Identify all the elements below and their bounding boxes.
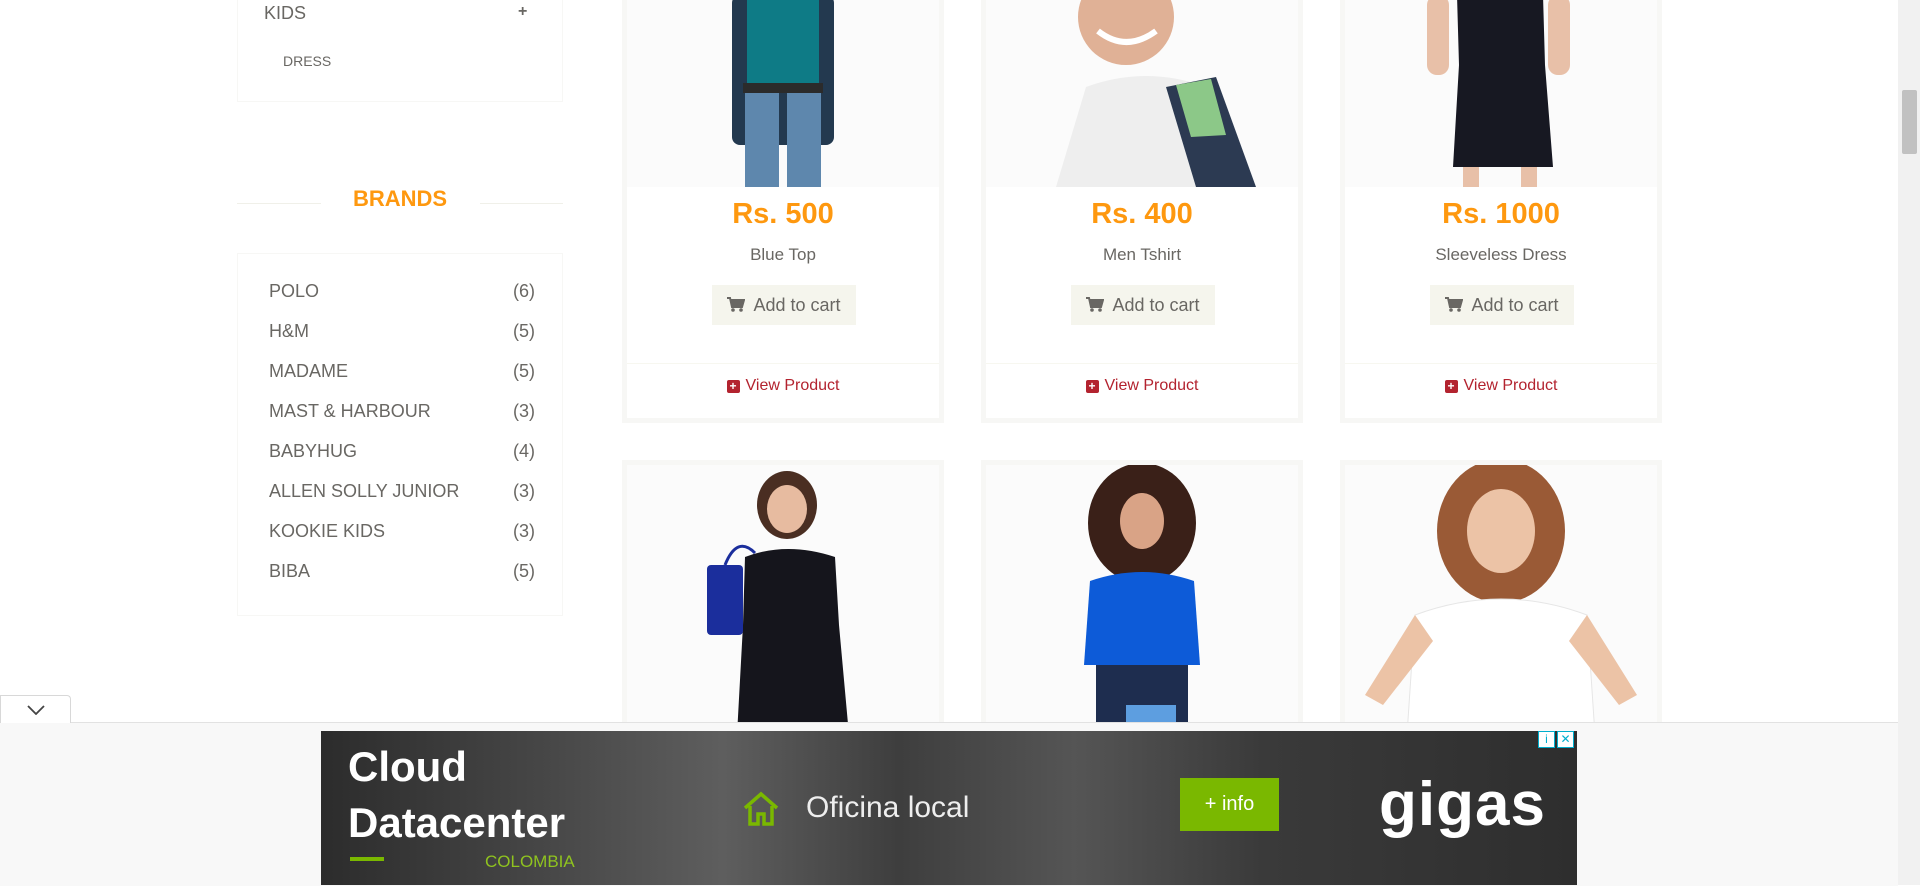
ad-logo: gigas [1379, 770, 1546, 839]
ad-accent-bar [350, 857, 384, 861]
product-card: Rs. 400 Men Tshirt Add to cart + View Pr… [981, 0, 1303, 423]
home-icon [743, 791, 779, 826]
brand-name: BABYHUG [269, 441, 358, 461]
scrollbar-thumb[interactable] [1902, 90, 1917, 154]
brands-heading: BRANDS [352, 186, 448, 211]
product-price: Rs. 500 [732, 198, 834, 230]
card-divider [1345, 363, 1657, 364]
brand-count: (3) [513, 401, 535, 421]
product-price: Rs. 400 [1091, 198, 1193, 230]
plus-square-icon: + [726, 379, 740, 393]
view-product-label: View Product [1463, 377, 1558, 394]
shopping-cart-icon [727, 297, 746, 312]
brand-count: (6) [513, 281, 535, 301]
category-kids[interactable]: KIDS [264, 3, 306, 24]
product-image [986, 465, 1298, 735]
shopping-cart-icon [1086, 297, 1105, 312]
brand-name: MAST & HARBOUR [269, 401, 431, 421]
ad-headline-line2: Datacenter [348, 799, 566, 846]
product-name: Blue Top [750, 245, 816, 264]
brand-item[interactable]: BABYHUG (4) [269, 441, 535, 465]
brand-item[interactable]: POLO (6) [269, 281, 535, 305]
brand-count: (4) [513, 441, 535, 461]
card-divider [986, 363, 1298, 364]
product-image [627, 0, 939, 187]
plus-square-icon: + [1444, 379, 1458, 393]
brand-count: (5) [513, 361, 535, 381]
product-card [622, 460, 944, 740]
brand-name: KOOKIE KIDS [269, 521, 386, 541]
ad-country: COLOMBIA [485, 852, 575, 871]
product-name: Men Tshirt [1102, 245, 1182, 264]
ad-info-button[interactable]: + info [1180, 778, 1279, 831]
product-card [1340, 460, 1662, 740]
chevron-down-icon [26, 704, 45, 715]
brand-item[interactable]: ALLEN SOLLY JUNIOR (3) [269, 481, 535, 505]
add-to-cart-label: Add to cart [1471, 294, 1559, 315]
ad-banner[interactable]: Cloud Datacenter COLOMBIA Oficina local … [321, 731, 1577, 885]
expand-plus-icon[interactable]: + [518, 3, 527, 21]
ad-close-icon[interactable]: ✕ [1557, 731, 1574, 748]
add-to-cart-label: Add to cart [753, 294, 841, 315]
brand-name: MADAME [269, 361, 349, 381]
add-to-cart-button[interactable]: Add to cart [1430, 285, 1574, 325]
product-price: Rs. 1000 [1442, 198, 1560, 230]
ad-office-text: Oficina local [806, 791, 970, 824]
brands-divider-right [480, 203, 563, 204]
view-product-link[interactable]: + View Product [627, 377, 939, 395]
ad-headline: Cloud Datacenter [348, 739, 565, 851]
brand-count: (3) [513, 481, 535, 501]
view-product-link[interactable]: + View Product [986, 377, 1298, 395]
brand-name: H&M [269, 321, 309, 341]
product-card: Rs. 1000 Sleeveless Dress Add to cart + … [1340, 0, 1662, 423]
brand-item[interactable]: BIBA (5) [269, 561, 535, 585]
product-card [981, 460, 1303, 740]
ad-info-icon[interactable]: i [1538, 731, 1555, 748]
add-to-cart-button[interactable]: Add to cart [1071, 285, 1215, 325]
view-product-label: View Product [1104, 377, 1199, 394]
category-sub-dress[interactable]: DRESS [283, 53, 331, 69]
ad-collapse-toggle[interactable] [0, 695, 71, 723]
view-product-label: View Product [745, 377, 840, 394]
card-divider [627, 363, 939, 364]
brand-item[interactable]: MADAME (5) [269, 361, 535, 385]
add-to-cart-label: Add to cart [1112, 294, 1200, 315]
brand-name: ALLEN SOLLY JUNIOR [269, 481, 460, 501]
brand-count: (5) [513, 321, 535, 341]
product-image [1345, 465, 1657, 735]
brand-count: (3) [513, 521, 535, 541]
product-image [986, 0, 1298, 187]
plus-square-icon: + [1085, 379, 1099, 393]
brand-item[interactable]: MAST & HARBOUR (3) [269, 401, 535, 425]
add-to-cart-button[interactable]: Add to cart [712, 285, 856, 325]
brand-count: (5) [513, 561, 535, 581]
view-product-link[interactable]: + View Product [1345, 377, 1657, 395]
product-image [627, 465, 939, 735]
brand-item[interactable]: H&M (5) [269, 321, 535, 345]
category-panel: KIDS + DRESS [237, 0, 563, 102]
ad-headline-line1: Cloud [348, 743, 467, 790]
ad-choices: i ✕ [1538, 731, 1574, 748]
brands-list: POLO (6) H&M (5) MADAME (5) MAST & HARBO… [237, 253, 563, 616]
product-name: Sleeveless Dress [1435, 245, 1567, 264]
brand-name: POLO [269, 281, 320, 301]
brand-name: BIBA [269, 561, 311, 581]
product-card: Rs. 500 Blue Top Add to cart + View Prod… [622, 0, 944, 423]
product-image [1345, 0, 1657, 187]
brand-item[interactable]: KOOKIE KIDS (3) [269, 521, 535, 545]
shopping-cart-icon [1445, 297, 1464, 312]
